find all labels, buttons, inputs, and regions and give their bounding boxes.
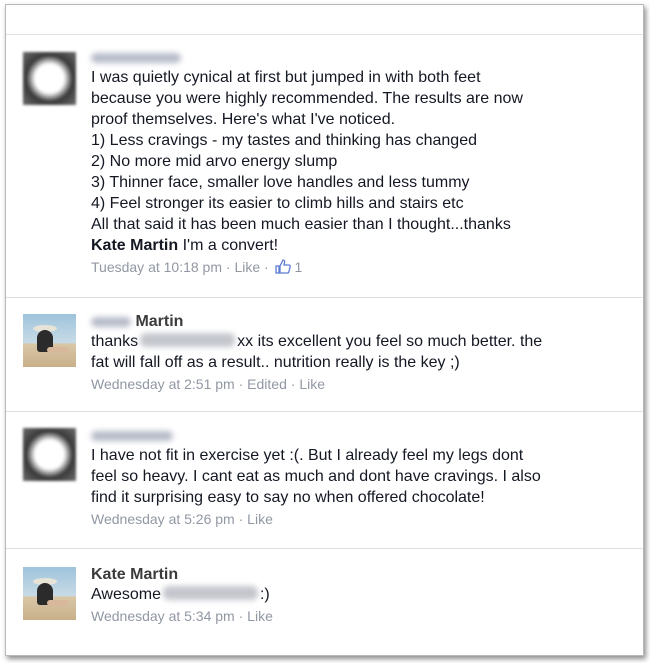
separator: · xyxy=(234,608,248,624)
comment-author[interactable] xyxy=(91,48,633,67)
comment-line: thanks xyxy=(91,333,139,350)
comment-line: 2) No more mid arvo energy slump xyxy=(91,153,338,170)
comment-line: fat will fall off as a result.. nutritio… xyxy=(91,354,460,371)
avatar-legs xyxy=(47,347,69,353)
avatar[interactable] xyxy=(23,567,76,620)
comment-line: Awesome xyxy=(91,586,161,603)
edited-label[interactable]: Edited xyxy=(247,376,287,392)
comment-meta: Wednesday at 5:26 pm · Like xyxy=(91,509,633,529)
avatar[interactable] xyxy=(23,428,76,481)
redacted-name xyxy=(91,430,173,441)
like-link[interactable]: Like xyxy=(247,608,273,624)
comment-thread: I was quietly cynical at first but jumpe… xyxy=(5,4,644,656)
avatar[interactable] xyxy=(23,314,76,367)
thumbs-up-icon[interactable] xyxy=(274,259,291,279)
comment-author[interactable] xyxy=(91,426,633,445)
separator: · xyxy=(260,259,273,275)
comment-author[interactable]: Kate Martin xyxy=(91,565,633,584)
redacted-mention xyxy=(140,333,236,347)
comment-line: xx its excellent you feel so much better… xyxy=(237,333,543,350)
comment-text: I was quietly cynical at first but jumpe… xyxy=(91,67,633,256)
comment-3: I have not fit in exercise yet :(. But I… xyxy=(6,412,643,549)
separator: · xyxy=(234,511,248,527)
timestamp-link[interactable]: Tuesday at 10:18 pm xyxy=(91,259,222,275)
thread-header-bar xyxy=(6,5,643,35)
comment-line: 1) Less cravings - my tastes and thinkin… xyxy=(91,132,477,149)
separator: · xyxy=(286,376,300,392)
comment-line: I'm a convert! xyxy=(178,237,279,254)
comment-line: because you were highly recommended. The… xyxy=(91,90,523,107)
comment-line: find it surprising easy to say no when o… xyxy=(91,489,485,506)
comment-line: proof themselves. Here's what I've notic… xyxy=(91,111,396,128)
redacted-name xyxy=(91,52,181,63)
comment-text: thanks xx its excellent you feel so much … xyxy=(91,331,633,373)
redacted-name xyxy=(91,316,131,327)
mention-link[interactable]: Kate Martin xyxy=(91,237,178,254)
comment-text: Awesome:) xyxy=(91,584,633,605)
comment-meta: Wednesday at 2:51 pm · Edited · Like xyxy=(91,374,633,394)
comment-meta: Tuesday at 10:18 pm · Like · 1 xyxy=(91,257,633,279)
separator: · xyxy=(234,376,248,392)
comment-2: Martin thanks xx its excellent you feel s… xyxy=(6,298,643,412)
comment-line: 3) Thinner face, smaller love handles an… xyxy=(91,174,470,191)
comment-line: feel so heavy. I cant eat as much and do… xyxy=(91,468,541,485)
comment-line: All that said it has been much easier th… xyxy=(91,216,511,233)
timestamp-link[interactable]: Wednesday at 5:34 pm xyxy=(91,608,235,624)
comment-line: :) xyxy=(259,586,270,603)
like-count[interactable]: 1 xyxy=(295,259,303,275)
comment-1: I was quietly cynical at first but jumpe… xyxy=(6,34,643,298)
avatar-legs xyxy=(47,600,69,606)
comment-meta: Wednesday at 5:34 pm · Like xyxy=(91,606,633,626)
like-link[interactable]: Like xyxy=(247,511,273,527)
timestamp-link[interactable]: Wednesday at 5:26 pm xyxy=(91,511,235,527)
comment-text: I have not fit in exercise yet :(. But I… xyxy=(91,445,633,508)
like-link[interactable]: Like xyxy=(234,259,260,275)
comment-line: 4) Feel stronger its easier to climb hil… xyxy=(91,195,464,212)
separator: · xyxy=(222,259,235,275)
redacted-mention xyxy=(162,586,258,600)
timestamp-link[interactable]: Wednesday at 2:51 pm xyxy=(91,376,235,392)
comment-4: Kate Martin Awesome:) Wednesday at 5:34 … xyxy=(6,549,643,655)
avatar[interactable] xyxy=(23,52,76,105)
comment-line: I have not fit in exercise yet :(. But I… xyxy=(91,447,524,464)
comment-author[interactable]: Martin xyxy=(91,312,633,331)
author-name: Martin xyxy=(135,313,184,330)
comment-line: I was quietly cynical at first but jumpe… xyxy=(91,69,481,86)
like-link[interactable]: Like xyxy=(299,376,325,392)
